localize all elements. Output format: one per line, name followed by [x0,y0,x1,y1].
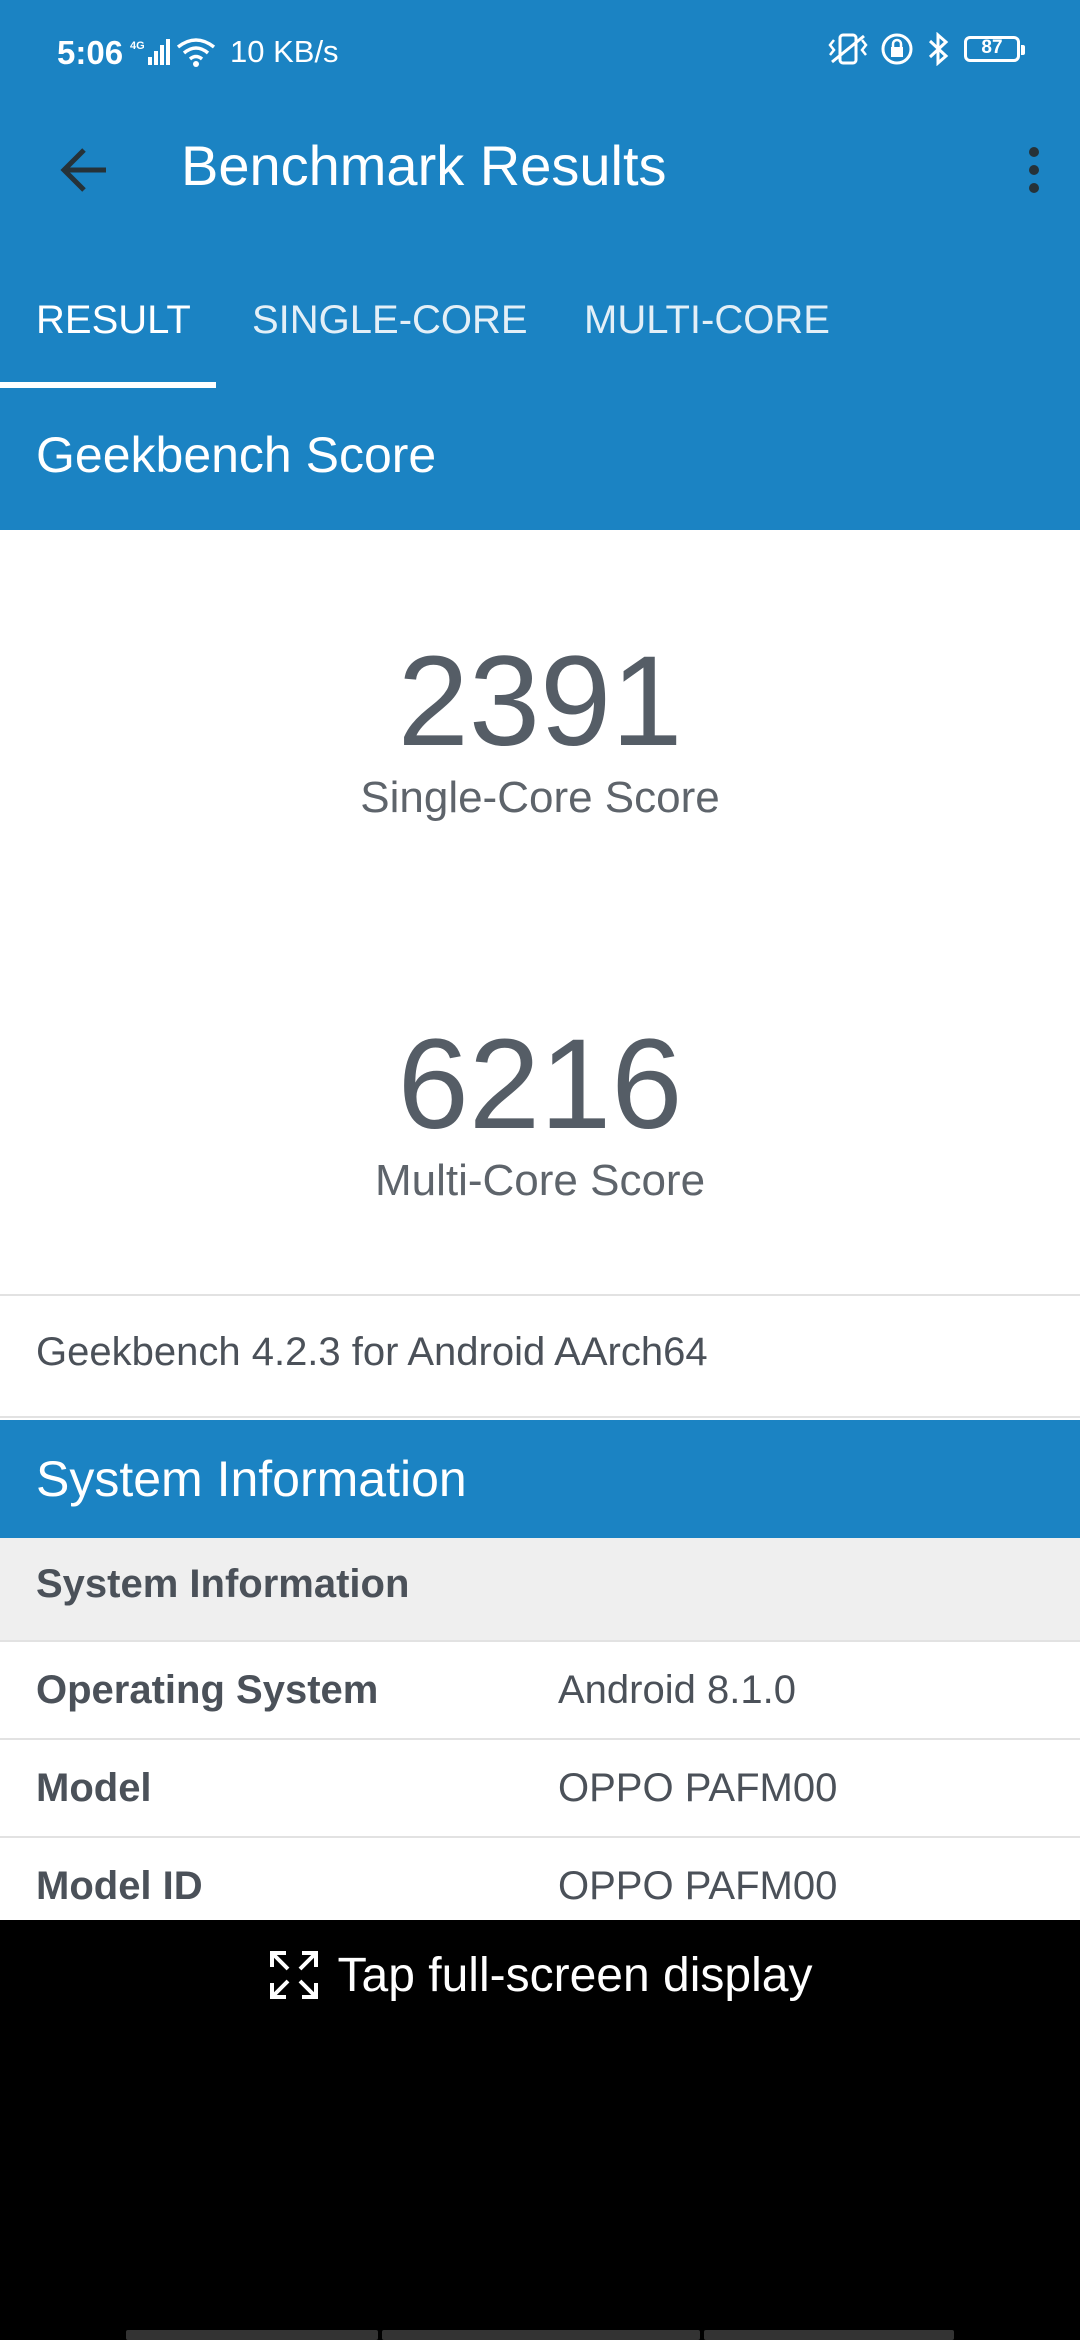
bluetooth-icon [928,32,949,66]
single-core-label: Single-Core Score [360,773,720,822]
status-time: 5:06 [57,34,124,71]
tab-bar: RESULT SINGLE-CORE MULTI-CORE [0,276,1080,392]
multi-core-label: Multi-Core Score [374,1156,706,1205]
section-title: System Information [36,1451,467,1507]
tab-indicator [0,382,216,388]
battery-icon: 87 [964,36,1025,62]
info-row-model-id: Model ID OPPO PAFM00 [0,1836,1080,1920]
app-bar: 5:06 4G 10 KB/s 87 Benchmark Results RES… [0,0,1080,392]
fullscreen-hint-text: Tap full-screen display [337,1948,813,2002]
multi-core-score-block: 6216 Multi-Core Score [0,1015,1080,1207]
info-row-operating-system: Operating System Android 8.1.0 [0,1640,1080,1740]
single-core-score-block: 2391 Single-Core Score [0,632,1080,824]
status-icons-right: 87 [828,32,1025,66]
tab-label: RESULT [36,298,191,342]
more-vert-icon-dot [1029,165,1039,175]
info-value: OPPO PAFM00 [558,1864,838,1908]
battery-level: 87 [981,37,1003,58]
wifi-icon [176,38,216,67]
nav-bar-segment [382,2330,700,2340]
nav-bar-segment [704,2330,954,2340]
fullscreen-hint[interactable]: Tap full-screen display [0,1940,1080,2010]
single-core-score: 2391 [397,630,683,773]
lock-icon [881,33,913,65]
more-vert-icon [1029,147,1039,157]
info-row-model: Model OPPO PAFM00 [0,1738,1080,1838]
geekbench-score-header: Geekbench Score [0,392,1080,530]
network-speed: 10 KB/s [230,34,339,69]
app-screen: 5:06 4G 10 KB/s 87 Benchmark Results RES… [0,0,1080,2340]
system-information-subheader: System Information [0,1538,1080,1640]
info-key: Model ID [36,1864,203,1908]
section-title: Geekbench Score [36,427,437,483]
multi-core-score: 6216 [397,1013,683,1156]
page-title: Benchmark Results [181,134,667,197]
back-button[interactable] [48,134,120,206]
signal-4g-icon: 4G [130,39,170,65]
tab-single-core[interactable]: SINGLE-CORE [252,276,528,392]
version-text: Geekbench 4.2.3 for Android AArch64 [36,1330,708,1374]
status-bar: 5:06 4G 10 KB/s 87 [0,0,1080,110]
tab-label: SINGLE-CORE [252,298,528,342]
info-value: OPPO PAFM00 [558,1766,838,1810]
fullscreen-icon [269,1951,318,1999]
tab-multi-core[interactable]: MULTI-CORE [584,276,830,392]
info-key: Operating System [36,1668,379,1712]
version-row: Geekbench 4.2.3 for Android AArch64 [0,1296,1080,1416]
fullscreen-overlay[interactable]: Tap full-screen display [0,1920,1080,2340]
tab-label: MULTI-CORE [584,298,830,342]
subheader-title: System Information [36,1562,410,1606]
info-value: Android 8.1.0 [558,1668,796,1712]
more-options-button[interactable] [1006,130,1062,210]
info-key: Model [36,1766,152,1810]
nav-bar-segment [126,2330,378,2340]
system-information-header: System Information [0,1420,1080,1538]
status-icons-left: 4G [130,32,216,72]
svg-text:4G: 4G [130,40,145,52]
divider [0,1416,1080,1418]
arrow-left-icon [60,148,106,192]
toolbar: Benchmark Results [0,110,1080,226]
vibrate-icon [828,33,868,65]
more-vert-icon-dot [1029,183,1039,193]
results-content[interactable]: Geekbench Score 2391 Single-Core Score 6… [0,392,1080,1920]
tab-result[interactable]: RESULT [36,276,191,392]
